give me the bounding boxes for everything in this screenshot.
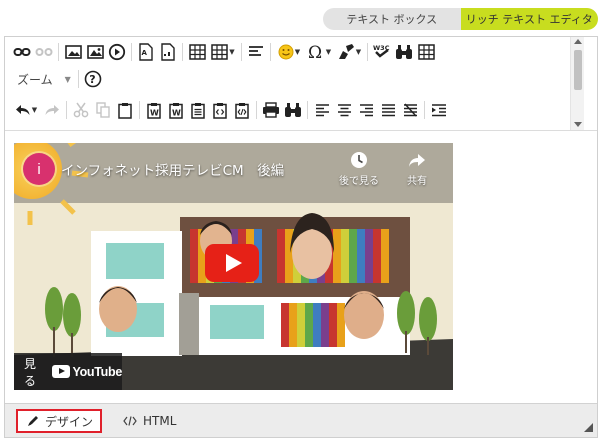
toolbar-scrollbar[interactable] <box>570 37 584 130</box>
table-dropdown-icon[interactable]: ▼ <box>208 41 238 63</box>
toolbar-row-1: A ▼ ▼ Ω ▼ ▼ W3C <box>11 41 437 63</box>
link-icon[interactable] <box>11 41 33 63</box>
print-icon[interactable] <box>260 99 282 121</box>
toolbar-separator <box>307 101 308 119</box>
pencil-icon <box>27 415 39 427</box>
svg-text:W: W <box>172 108 181 117</box>
toolbar-separator <box>241 43 242 61</box>
cut-icon[interactable] <box>70 99 92 121</box>
editor-toolbar: A ▼ ▼ Ω ▼ ▼ W3C ズーム ▼ ? ▼ W W <box>5 37 584 130</box>
help-icon[interactable]: ? <box>82 68 104 90</box>
toolbar-row-2: ズーム ▼ ? <box>11 68 104 90</box>
video-title[interactable]: インフォネット採用テレビCM 後編 <box>61 159 284 179</box>
toolbar-separator <box>58 43 59 61</box>
share-icon <box>409 154 425 167</box>
rich-text-editor: A ▼ ▼ Ω ▼ ▼ W3C ズーム ▼ ? ▼ W W i インフォネット採… <box>4 36 598 438</box>
editor-content-area[interactable]: i インフォネット採用テレビCM 後編 後で見る 共有 見る YouTube <box>5 130 597 402</box>
tab-html-label: HTML <box>143 414 177 428</box>
svg-text:A: A <box>142 49 148 57</box>
find-icon[interactable] <box>393 41 415 63</box>
toolbar-separator <box>367 43 368 61</box>
tab-html[interactable]: HTML <box>121 409 176 433</box>
tab-design[interactable]: デザイン <box>16 409 102 433</box>
flash-icon[interactable]: A <box>135 41 157 63</box>
format-stripper-icon[interactable]: ▼ <box>334 41 364 63</box>
tab-design-label: デザイン <box>45 414 94 429</box>
toolbar-separator <box>66 101 67 119</box>
youtube-wordmark: YouTube <box>72 364 122 379</box>
symbol-icon[interactable]: Ω ▼ <box>304 41 334 63</box>
remove-alignment-icon[interactable] <box>399 99 421 121</box>
undo-icon[interactable]: ▼ <box>11 99 41 121</box>
align-right-icon[interactable] <box>355 99 377 121</box>
justify-icon[interactable] <box>377 99 399 121</box>
paragraph-icon[interactable] <box>245 41 267 63</box>
scrollbar-thumb[interactable] <box>574 50 582 90</box>
code-icon <box>123 416 137 426</box>
paste-plain-text-icon[interactable] <box>187 99 209 121</box>
image-manager-icon[interactable] <box>84 41 106 63</box>
paste-from-word-icon[interactable]: W <box>143 99 165 121</box>
toolbar-separator <box>139 101 140 119</box>
embedded-youtube-video[interactable]: i インフォネット採用テレビCM 後編 後で見る 共有 見る YouTube <box>14 143 453 390</box>
paste-word-clean-icon[interactable]: W <box>165 99 187 121</box>
find-replace-icon[interactable] <box>282 99 304 121</box>
redo-icon[interactable] <box>41 99 63 121</box>
watch-on-label: 見る <box>24 356 37 388</box>
youtube-play-icon <box>52 365 71 378</box>
table-icon[interactable] <box>186 41 208 63</box>
align-left-icon[interactable] <box>311 99 333 121</box>
copy-icon[interactable] <box>92 99 114 121</box>
watch-later-button[interactable]: 後で見る <box>333 151 385 187</box>
watch-on-youtube-button[interactable]: 見る YouTube <box>14 353 122 390</box>
toolbar-separator <box>77 70 79 88</box>
share-label: 共有 <box>407 176 427 187</box>
tab-rich-text-editor[interactable]: リッチ テキスト エディタ <box>460 8 598 30</box>
zoom-label: ズーム <box>17 72 53 87</box>
svg-text:?: ? <box>89 73 95 86</box>
document-icon[interactable] <box>157 41 179 63</box>
editor-mode-bar: デザイン HTML <box>5 403 597 437</box>
emoji-icon[interactable]: ▼ <box>274 41 304 63</box>
toolbar-separator <box>424 101 425 119</box>
zoom-dropdown[interactable]: ズーム ▼ <box>11 68 75 90</box>
youtube-logo: YouTube <box>52 365 122 379</box>
resize-handle-icon[interactable] <box>584 423 593 432</box>
watch-later-label: 後で見る <box>339 176 379 187</box>
svg-text:Ω: Ω <box>308 43 322 61</box>
w3c-validator-icon[interactable]: W3C <box>371 41 393 63</box>
insert-snippet-icon[interactable] <box>428 99 450 121</box>
media-icon[interactable] <box>106 41 128 63</box>
toolbar-separator <box>256 101 257 119</box>
scroll-up-arrow-icon[interactable] <box>574 39 582 44</box>
toolbar-separator <box>182 43 183 61</box>
share-button[interactable]: 共有 <box>391 151 443 187</box>
module-icon[interactable] <box>415 41 437 63</box>
tab-plain-text-box[interactable]: テキスト ボックス <box>323 8 461 30</box>
scroll-down-arrow-icon[interactable] <box>574 122 582 127</box>
toolbar-separator <box>131 43 132 61</box>
clock-icon <box>351 152 367 168</box>
channel-avatar[interactable]: i <box>23 153 55 185</box>
align-center-icon[interactable] <box>333 99 355 121</box>
editor-mode-tabs: テキスト ボックス リッチ テキスト エディタ <box>323 8 598 30</box>
toolbar-separator <box>270 43 271 61</box>
svg-text:W: W <box>150 108 159 117</box>
paste-as-html-icon[interactable] <box>209 99 231 121</box>
unlink-icon[interactable] <box>33 41 55 63</box>
paste-icon[interactable] <box>114 99 136 121</box>
chevron-down-icon: ▼ <box>64 74 71 84</box>
image-icon[interactable] <box>62 41 84 63</box>
toolbar-row-3: ▼ W W <box>11 99 450 121</box>
paste-html-icon[interactable] <box>231 99 253 121</box>
